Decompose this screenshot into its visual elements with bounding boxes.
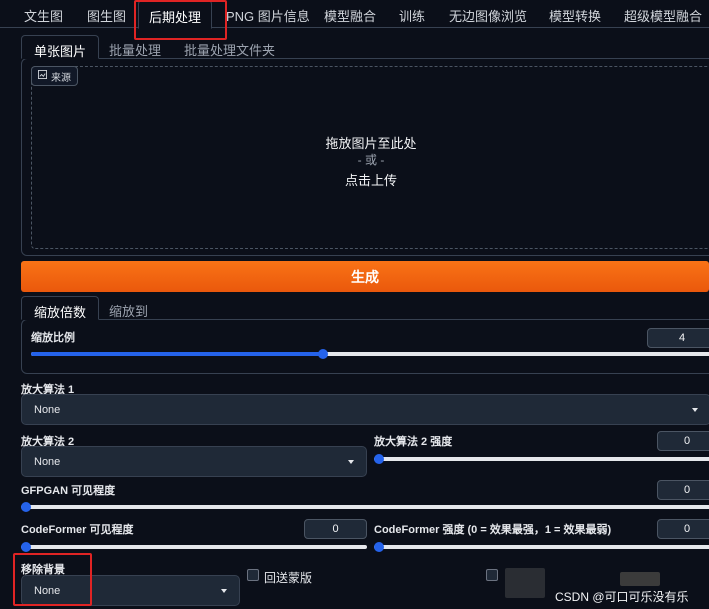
- scale-input[interactable]: 4: [647, 328, 709, 348]
- upscaler2-value: None: [34, 455, 61, 468]
- scale-label: 缩放比例: [31, 332, 75, 344]
- codeformer-weight-thumb[interactable]: [374, 542, 384, 552]
- click-upload[interactable]: 点击上传: [271, 170, 471, 189]
- codeformer-visibility-label: CodeFormer 可见程度: [21, 524, 134, 536]
- gfpgan-label: GFPGAN 可见程度: [21, 485, 116, 497]
- generate-button[interactable]: 生成: [21, 261, 709, 292]
- codeformer-visibility-input[interactable]: 0: [304, 519, 367, 539]
- codeformer-visibility-thumb[interactable]: [21, 542, 31, 552]
- source-label: 来源: [51, 72, 71, 84]
- chevron-down-icon: [692, 407, 698, 412]
- tab-infinite-browser[interactable]: 无边图像浏览: [449, 6, 527, 25]
- tab-batch-folder[interactable]: 批量处理文件夹: [184, 40, 275, 59]
- tab-model-converter[interactable]: 模型转换: [549, 6, 601, 25]
- chevron-down-icon: [221, 588, 227, 593]
- upscaler2-strength-input[interactable]: 0: [657, 431, 709, 451]
- codeformer-weight-track[interactable]: [374, 545, 709, 549]
- return-mask-label: 回送蒙版: [264, 571, 313, 585]
- second-checkbox[interactable]: [486, 569, 498, 581]
- tab-txt2img[interactable]: 文生图: [24, 6, 63, 25]
- watermark-backdrop: [505, 568, 545, 598]
- upscaler1-select[interactable]: None: [21, 394, 709, 425]
- upscaler2-strength-thumb[interactable]: [374, 454, 384, 464]
- source-badge: 来源: [31, 66, 78, 86]
- scale-slider-fill: [31, 352, 324, 356]
- return-mask-checkbox[interactable]: [247, 569, 259, 581]
- csdn-watermark: CSDN @可口可乐没有乐: [555, 590, 689, 604]
- tab-png-info[interactable]: PNG 图片信息: [226, 6, 310, 25]
- tab-scale-to[interactable]: 缩放到: [109, 301, 148, 320]
- codeformer-visibility-track[interactable]: [21, 545, 367, 549]
- tab-img2img[interactable]: 图生图: [87, 6, 126, 25]
- drop-or: - 或 -: [357, 153, 385, 167]
- chevron-down-icon: [348, 459, 354, 464]
- image-icon: [38, 70, 47, 82]
- codeformer-weight-input[interactable]: 0: [657, 519, 709, 539]
- upscaler1-value: None: [34, 403, 61, 416]
- resize-panel: [21, 319, 709, 374]
- gfpgan-slider-thumb[interactable]: [21, 502, 31, 512]
- blurred-region: [620, 572, 660, 586]
- upscaler2-select[interactable]: None: [21, 446, 367, 477]
- tab-train[interactable]: 训练: [399, 6, 425, 25]
- upscaler2-strength-track[interactable]: [374, 457, 709, 461]
- tab-scale-by[interactable]: 缩放倍数: [21, 296, 100, 320]
- remove-bg-value: None: [34, 584, 61, 597]
- codeformer-weight-label: CodeFormer 强度 (0 = 效果最强，1 = 效果最弱): [374, 524, 612, 536]
- tab-extras[interactable]: 后期处理: [138, 0, 213, 29]
- tab-checkpoint-merger[interactable]: 模型融合: [324, 6, 376, 25]
- remove-bg-select[interactable]: None: [21, 575, 240, 606]
- tab-single-image[interactable]: 单张图片: [21, 35, 100, 59]
- tab-batch-process[interactable]: 批量处理: [109, 40, 161, 59]
- upscaler2-strength-label: 放大算法 2 强度: [374, 436, 453, 448]
- tab-super-merger[interactable]: 超级模型融合: [624, 6, 702, 25]
- gfpgan-slider-track[interactable]: [21, 505, 709, 509]
- drop-hint: 拖放图片至此处: [325, 136, 417, 151]
- gfpgan-input[interactable]: 0: [657, 480, 709, 500]
- top-tab-bar: 文生图 图生图 后期处理 PNG 图片信息 模型融合 训练 无边图像浏览 模型转…: [0, 0, 709, 29]
